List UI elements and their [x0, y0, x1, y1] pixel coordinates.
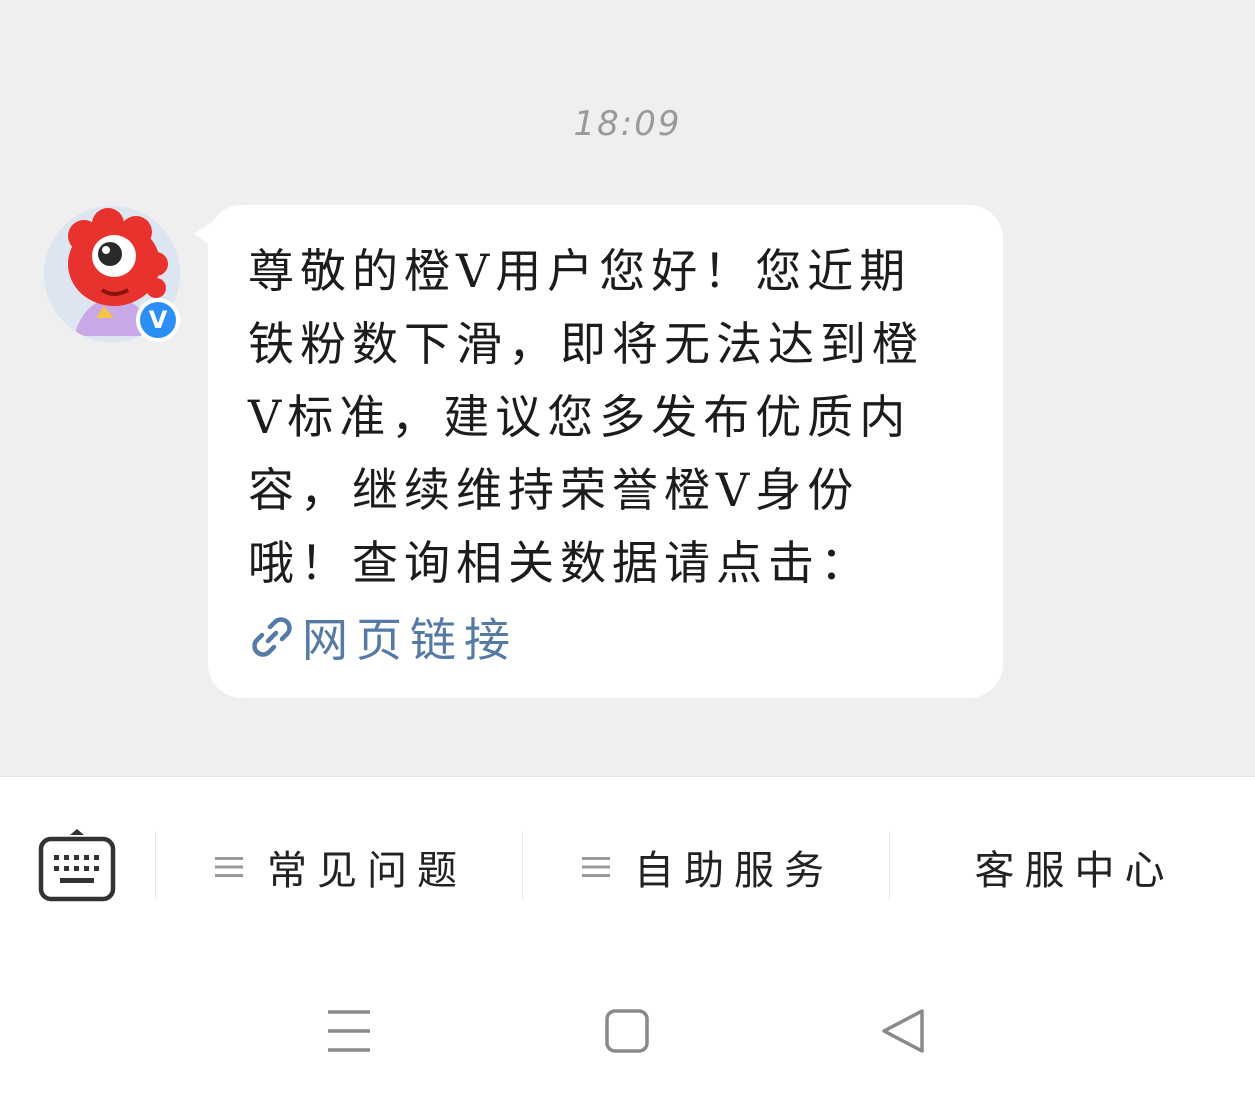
service-menu-bar: 常见问题 自助服务 客服中心	[0, 777, 1255, 957]
nav-home-button[interactable]	[603, 1007, 653, 1057]
system-navigation-bar	[0, 957, 1255, 1106]
link-label: 网页链接	[302, 612, 518, 667]
verified-badge: V	[136, 298, 180, 342]
keyboard-icon	[38, 829, 116, 902]
chat-area: 18:09 V 尊敬的橙V用户您好！您近期铁粉数下滑，即将无法达到橙V标准，建议…	[0, 0, 1255, 776]
hamburger-icon	[215, 857, 243, 877]
nav-back-button[interactable]	[878, 1007, 928, 1057]
menu-icon	[328, 1010, 370, 1052]
menu-separator	[522, 831, 523, 899]
menu-item-label: 自助服务	[634, 848, 834, 894]
message-bubble: 尊敬的橙V用户您好！您近期铁粉数下滑，即将无法达到橙V标准，建议您多发布优质内容…	[208, 205, 1003, 698]
web-link[interactable]: 网页链接	[248, 600, 963, 673]
keyboard-toggle-button[interactable]	[38, 827, 116, 905]
back-icon	[882, 1009, 924, 1053]
menu-separator	[889, 831, 890, 899]
menu-item-self-service[interactable]: 自助服务	[527, 835, 889, 899]
menu-item-faq[interactable]: 常见问题	[160, 835, 522, 899]
menu-item-label: 客服中心	[974, 848, 1175, 894]
menu-separator	[155, 831, 156, 899]
message-timestamp: 18:09	[573, 104, 682, 144]
link-icon	[252, 616, 292, 657]
nav-menu-button[interactable]	[324, 1007, 374, 1057]
menu-item-customer-service[interactable]: 客服中心	[894, 835, 1255, 899]
hamburger-icon	[582, 857, 610, 877]
home-icon	[605, 1009, 649, 1053]
message-text: 尊敬的橙V用户您好！您近期铁粉数下滑，即将无法达到橙V标准，建议您多发布优质内容…	[248, 244, 924, 590]
menu-item-label: 常见问题	[267, 848, 467, 894]
